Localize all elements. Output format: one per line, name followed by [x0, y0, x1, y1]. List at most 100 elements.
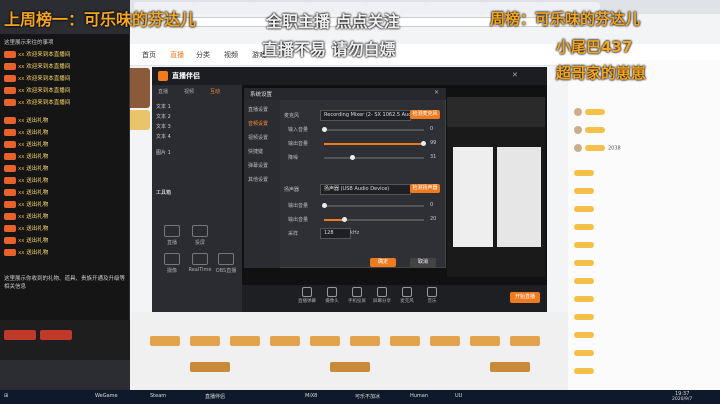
side-tab-audio[interactable]: 音频设置 — [248, 120, 268, 127]
nav-home[interactable]: 首页 — [142, 50, 156, 60]
taskbar-item[interactable]: 直播伴侣 — [205, 393, 225, 400]
slider-knob[interactable] — [350, 155, 355, 160]
scene-item[interactable]: 文本 2 — [156, 113, 171, 120]
thumbnail[interactable] — [470, 336, 500, 346]
music-icon — [427, 287, 437, 297]
side-tab-hotkey[interactable]: 快捷键 — [248, 148, 263, 155]
speaker-device-select[interactable]: 扬声器 (USB Audio Device) — [320, 184, 411, 195]
slider-knob[interactable] — [322, 203, 327, 208]
phone-cast-button[interactable]: 手机投屏 — [347, 287, 367, 304]
tool-obs-button[interactable]: OBS直播 — [208, 253, 244, 274]
browser-tab[interactable] — [424, 2, 484, 14]
chat-toolbar — [0, 320, 130, 360]
cancel-button[interactable]: 取消 — [410, 258, 436, 267]
screen-icon — [377, 287, 387, 297]
app-titlebar: 直播伴侣 ✕ — [152, 67, 547, 85]
tool-cast-button[interactable]: 投屏 — [182, 225, 218, 246]
chat-row: xx 送出礼物 — [4, 140, 128, 151]
gift-button[interactable] — [4, 330, 36, 340]
taskbar-item[interactable]: 可乐不加冰 — [355, 393, 380, 400]
thumbnail[interactable] — [190, 362, 230, 372]
sample-select[interactable]: 128 — [320, 228, 351, 239]
mic-device-select[interactable]: Recording Mixer (2- SX 1062.5 Audio... — [320, 110, 411, 121]
nav-video[interactable]: 视频 — [224, 50, 238, 60]
recharge-button[interactable] — [40, 330, 72, 340]
speaker-label: 扬声器 — [284, 187, 300, 193]
speaker-volume-slider[interactable] — [324, 205, 424, 207]
side-tab-danmaku[interactable]: 弹幕设置 — [248, 162, 268, 169]
slider-knob[interactable] — [342, 217, 347, 222]
dialog-close-icon[interactable]: ✕ — [434, 89, 439, 96]
avatar — [574, 144, 582, 152]
sample-label: 采样 — [288, 231, 299, 237]
app-sidebar: 直播 视频 互动 文本 1 文本 2 文本 3 文本 4 图片 1 工具箱 直播… — [152, 85, 242, 312]
slider-knob[interactable] — [421, 141, 426, 146]
output-volume-value: 99 — [430, 140, 437, 146]
slider-knob[interactable] — [322, 127, 327, 132]
scene-item[interactable]: 文本 1 — [156, 103, 171, 110]
scene-item[interactable]: 文本 4 — [156, 133, 171, 140]
noise-slider[interactable] — [324, 157, 424, 159]
fan-list: 2038 — [568, 60, 720, 390]
mic-test-button[interactable]: 检测麦克风 — [410, 110, 440, 119]
app-footer-toolbar: 直播弹幕 摄像头 手机投屏 屏幕分享 麦克风 音乐 开始直播 — [242, 285, 547, 312]
speaker-test-button[interactable]: 检测扬声器 — [410, 184, 440, 193]
speaker-volume-value: 0 — [430, 202, 434, 208]
level-badge — [574, 260, 594, 266]
screen-share-button[interactable]: 屏幕分享 — [372, 287, 392, 304]
chat-row: xx 送出礼物 — [4, 128, 128, 139]
close-icon[interactable]: ✕ — [512, 71, 518, 79]
tab-interact[interactable]: 互动 — [210, 88, 220, 95]
danmaku-button[interactable]: 直播弹幕 — [297, 287, 317, 304]
input-volume-slider[interactable] — [324, 129, 424, 131]
thumbnail[interactable] — [430, 336, 460, 346]
thumbnail[interactable] — [510, 336, 540, 346]
ok-button[interactable]: 确定 — [370, 258, 396, 267]
side-tab-video[interactable]: 视频设置 — [248, 134, 268, 141]
nav-live[interactable]: 直播 — [170, 50, 184, 60]
out-volume-label: 输出音量 — [288, 217, 309, 223]
chat-row: xx 欢迎来到本直播间 — [4, 74, 128, 85]
bottom-thumbnails — [130, 312, 568, 390]
taskbar-item[interactable]: Steam — [150, 393, 166, 399]
tab-video[interactable]: 视频 — [184, 88, 194, 95]
taskbar-item[interactable]: Human — [410, 393, 428, 399]
nav-category[interactable]: 分类 — [196, 50, 210, 60]
tab-live[interactable]: 直播 — [158, 88, 168, 95]
scene-item[interactable]: 图片 1 — [156, 149, 171, 156]
thumbnail[interactable] — [190, 336, 220, 346]
chat-row: xx 送出礼物 — [4, 116, 128, 127]
chat-panel: 这里展示来往的事项 xx 欢迎来到本直播间 xx 欢迎来到本直播间 xx 欢迎来… — [0, 34, 130, 350]
browser-tab[interactable] — [192, 2, 252, 14]
scene-item[interactable]: 文本 3 — [156, 123, 171, 130]
thumbnail[interactable] — [390, 336, 420, 346]
taskbar-item[interactable]: UU — [455, 393, 462, 399]
taskbar-item[interactable]: WeGame — [95, 393, 118, 399]
mic-button[interactable]: 麦克风 — [397, 287, 417, 304]
side-tab-other[interactable]: 其他设置 — [248, 176, 268, 183]
nested-list — [453, 147, 493, 247]
chat-header: 这里展示来往的事项 — [4, 40, 54, 46]
dialog-title: 系统设置 — [250, 92, 273, 98]
level-badge — [4, 189, 16, 196]
camera-button[interactable]: 摄像头 — [322, 287, 342, 304]
thumbnail[interactable] — [230, 336, 260, 346]
taskbar-item[interactable]: MiX8 — [305, 393, 317, 399]
chat-row: xx 送出礼物 — [4, 200, 128, 211]
thumbnail[interactable] — [310, 336, 340, 346]
start-live-button[interactable]: 开始直播 — [510, 292, 540, 303]
thumbnail[interactable] — [350, 336, 380, 346]
thumbnail[interactable] — [150, 336, 180, 346]
clock-date: 2020/9/7 — [672, 397, 693, 402]
live-icon — [164, 225, 180, 237]
start-icon[interactable]: ⊞ — [4, 393, 8, 399]
music-button[interactable]: 音乐 — [422, 287, 442, 304]
thumbnail[interactable] — [330, 362, 370, 372]
chat-row: xx 欢迎来到本直播间 — [4, 62, 128, 73]
thumbnail[interactable] — [270, 336, 300, 346]
thumbnail[interactable] — [490, 362, 530, 372]
side-tab-live[interactable]: 直播设置 — [248, 106, 268, 113]
list-item — [574, 126, 714, 138]
level-badge — [574, 350, 594, 356]
level-badge — [574, 206, 594, 212]
